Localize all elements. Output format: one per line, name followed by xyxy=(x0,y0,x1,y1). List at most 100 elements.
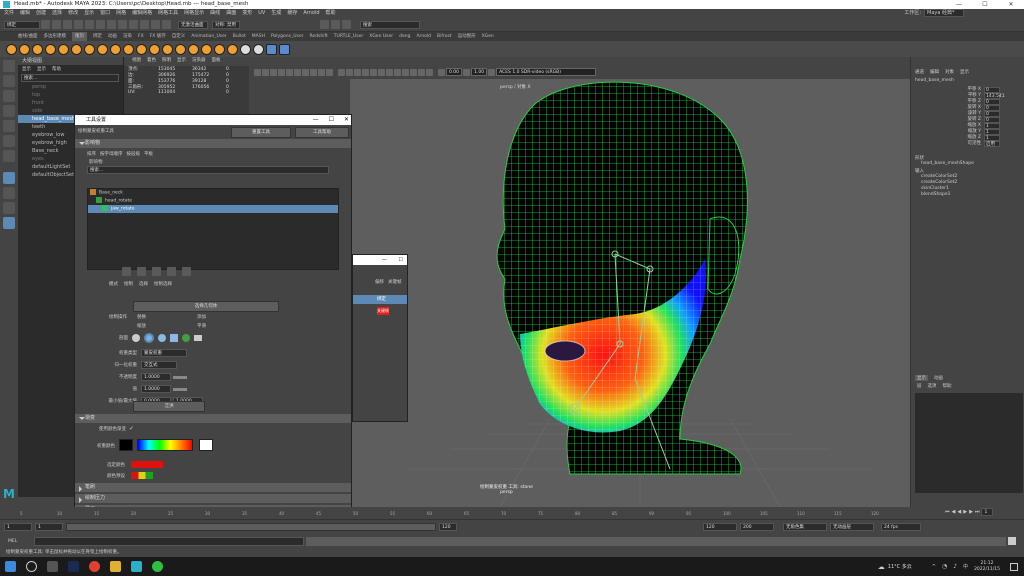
layer-menu-options[interactable]: 选项 xyxy=(928,383,937,389)
xray-joints-icon[interactable] xyxy=(426,68,433,76)
minimize-button[interactable]: — xyxy=(946,0,972,9)
resolution-gate-icon[interactable] xyxy=(294,68,301,76)
shelf-tab-curves[interactable]: 曲线/曲面 xyxy=(18,32,38,41)
wax-tool-icon[interactable] xyxy=(136,43,147,55)
close-button[interactable]: ✕ xyxy=(998,0,1024,9)
imprint-tool-icon[interactable] xyxy=(123,43,134,55)
menu-edit-mesh[interactable]: 编辑网格 xyxy=(132,9,152,18)
shelf-tab-xgen[interactable]: XGen xyxy=(482,32,494,41)
vp-menu-show[interactable]: 显示 xyxy=(177,57,186,65)
secondary-red-swatch[interactable]: 关键帧 xyxy=(377,307,389,315)
exposure-icon[interactable] xyxy=(438,68,445,76)
range-slider[interactable] xyxy=(66,523,436,531)
network-icon[interactable]: ◔ xyxy=(942,563,947,570)
ambient-occlusion-icon[interactable] xyxy=(386,68,393,76)
go-to-end-icon[interactable]: ⏭ xyxy=(975,509,980,515)
menu-cache[interactable]: 缓存 xyxy=(287,9,297,18)
go-to-start-icon[interactable]: ⏮ xyxy=(945,509,950,515)
cb-menu-channels[interactable]: 通道 xyxy=(915,69,924,75)
grid-icon[interactable] xyxy=(278,68,285,76)
gamma-icon[interactable] xyxy=(463,68,471,76)
character-set-dropdown[interactable]: 无角色集 xyxy=(783,523,827,531)
repeat-tool-icon[interactable] xyxy=(110,43,121,55)
wireframe-on-shaded-icon[interactable] xyxy=(354,68,361,76)
unlock-weights-icon[interactable] xyxy=(137,267,146,276)
sort-alpha-radio[interactable]: 按字母顺序 xyxy=(100,151,123,157)
menu-mesh-tools[interactable]: 网格工具 xyxy=(158,9,178,18)
outliner-item-persp[interactable]: persp xyxy=(18,83,123,91)
shelf-tab-sculpt[interactable]: 雕刻 xyxy=(72,32,88,41)
paint-select-icon[interactable] xyxy=(3,90,15,102)
shelf-tab-custom[interactable]: 自定义 xyxy=(172,32,186,41)
anim-layer-dropdown[interactable]: 无动画层 xyxy=(830,523,874,531)
select-component-icon[interactable] xyxy=(118,20,127,29)
lights-icon[interactable] xyxy=(370,68,377,76)
flatten-tool-icon[interactable] xyxy=(71,43,82,55)
shelf-tab-polygons-user[interactable]: Polygons_User xyxy=(271,32,304,41)
select-tool-icon[interactable] xyxy=(3,60,15,72)
menu-create[interactable]: 创建 xyxy=(36,9,46,18)
menu-help[interactable]: 帮助 xyxy=(326,9,336,18)
volume-icon[interactable]: ♪ xyxy=(953,563,957,570)
four-view-layout-icon[interactable] xyxy=(3,187,15,199)
lasso-tool-icon[interactable] xyxy=(3,75,15,87)
vp-menu-shading[interactable]: 着色 xyxy=(147,57,156,65)
secondary-maximize-button[interactable]: ☐ xyxy=(399,257,403,263)
notification-icon[interactable] xyxy=(1010,562,1018,571)
shelf-tab-bifrost[interactable]: Bifrost xyxy=(437,32,452,41)
smooth-shade-icon[interactable] xyxy=(346,68,353,76)
influence-item-jaw-rotate[interactable]: jaw_rotate xyxy=(88,205,338,213)
color-management-icon[interactable] xyxy=(488,68,496,76)
layer-menu-help[interactable]: 帮助 xyxy=(943,383,952,389)
camera-icon[interactable] xyxy=(254,68,261,76)
textured-icon[interactable] xyxy=(362,68,369,76)
tray-chevron-icon[interactable]: ^ xyxy=(932,564,936,570)
search-field[interactable]: 搜索 xyxy=(360,20,420,29)
menu-arnold[interactable]: Arnold xyxy=(303,9,319,18)
menu-mesh-display[interactable]: 网格显示 xyxy=(184,9,204,18)
relax-tool-icon[interactable] xyxy=(32,43,43,55)
outliner-item-front[interactable]: front xyxy=(18,99,123,107)
tool-min-button[interactable]: — xyxy=(313,115,319,125)
file-explorer-icon[interactable] xyxy=(110,561,121,572)
motion-blur-icon[interactable] xyxy=(394,68,401,76)
profile-folder-icon[interactable] xyxy=(194,335,202,341)
menu-curves[interactable]: 曲线 xyxy=(210,9,220,18)
secondary-row-selected[interactable]: 绑定 xyxy=(353,295,407,304)
freeze-tool-icon[interactable] xyxy=(253,43,264,55)
windows-start-icon[interactable] xyxy=(5,561,16,572)
paint-op-add-radio[interactable]: 添加 xyxy=(197,314,257,320)
flood-button[interactable]: 泛洪 xyxy=(133,401,205,412)
vp-menu-renderer[interactable]: 渲染器 xyxy=(192,57,206,65)
shelf-tab-redshift[interactable]: Redshift xyxy=(310,32,328,41)
mirror-weights-icon[interactable] xyxy=(182,267,191,276)
secondary-tab-offset[interactable]: 偏移 xyxy=(375,279,384,285)
secondary-tab-keyframe[interactable]: 关键帧 xyxy=(388,279,402,285)
lock-weights-icon[interactable] xyxy=(122,267,131,276)
outliner-menu-display[interactable]: 显示 xyxy=(22,66,31,72)
profile-solid-icon[interactable] xyxy=(158,334,166,342)
color-ramp-editor[interactable] xyxy=(137,439,193,451)
weather-icon[interactable]: ☁ xyxy=(878,563,885,571)
tool-help-button[interactable]: 工具帮助 xyxy=(295,127,349,138)
knife-tool-icon[interactable] xyxy=(175,43,186,55)
shelf-tab-motion-graphics[interactable]: 运动图形 xyxy=(458,32,476,41)
live-surface-field[interactable]: 无激活曲面 xyxy=(178,20,208,29)
tool-max-button[interactable]: ☐ xyxy=(329,115,334,125)
foamy-tool-icon[interactable] xyxy=(84,43,95,55)
scrape-tool-icon[interactable] xyxy=(149,43,160,55)
task-view-icon[interactable] xyxy=(47,561,58,572)
single-view-layout-icon[interactable] xyxy=(3,172,15,184)
step-back-icon[interactable]: ◀ xyxy=(952,509,956,515)
range-end-inner-field[interactable]: 120 xyxy=(439,523,457,531)
start-time-field[interactable]: 1 xyxy=(4,523,32,531)
cb-menu-show[interactable]: 显示 xyxy=(960,69,969,75)
anti-aliasing-icon[interactable] xyxy=(402,68,409,76)
workspace-dropdown[interactable]: Maya 经典* xyxy=(924,9,964,17)
fps-dropdown[interactable]: 24 fps xyxy=(881,523,921,531)
profile-texture-icon[interactable] xyxy=(182,334,190,342)
play-forward-icon[interactable]: ▶ xyxy=(963,509,967,515)
influences-section[interactable]: 影响物 xyxy=(75,139,351,148)
shelf-tab-fx-cache[interactable]: FX 缓存 xyxy=(150,32,166,41)
layer-tab-display[interactable]: 显示 xyxy=(915,375,928,381)
